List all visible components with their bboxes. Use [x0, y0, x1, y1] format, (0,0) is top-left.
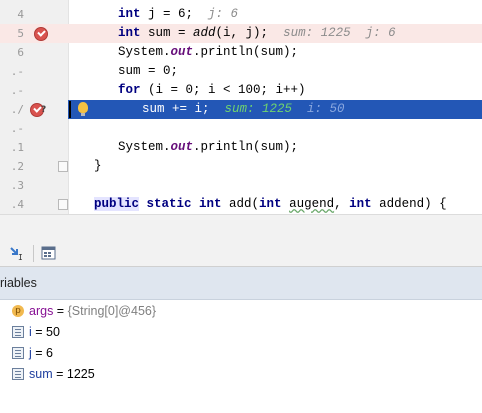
breakpoint-icon[interactable] — [34, 27, 48, 41]
code-text: System.out.println(sum); — [118, 140, 299, 154]
svg-text:I: I — [18, 253, 23, 262]
code-text: System.out.println(sum); — [118, 45, 299, 59]
code-line[interactable]: .- — [0, 119, 482, 138]
text-caret — [69, 101, 71, 118]
inline-debug-hint: j: 6 — [193, 7, 239, 21]
code-line[interactable]: 6 System.out.println(sum); — [0, 43, 482, 62]
fold-marker-icon[interactable] — [58, 199, 68, 210]
variable-row[interactable]: i = 50 — [0, 323, 482, 344]
line-number: 5 — [17, 27, 24, 40]
code-line-breakpoint[interactable]: 5 int sum = add(i, j); sum: 1225 j: 6 — [0, 24, 482, 43]
line-number: .4 — [10, 198, 24, 211]
code-editor[interactable]: 4 int j = 6; j: 6 5 int sum = add(i, j);… — [0, 0, 482, 214]
inline-debug-hint: sum: 1225 j: 6 — [268, 26, 396, 40]
line-number: ./ — [0, 100, 24, 119]
line-number: .3 — [10, 179, 24, 192]
variable-entry: args = {String[0]@456} — [29, 304, 157, 318]
line-number: .- — [10, 65, 24, 78]
code-line[interactable]: 4 int j = 6; j: 6 — [0, 5, 482, 24]
variable-row[interactable]: p args = {String[0]@456} — [0, 302, 482, 323]
line-number: 4 — [17, 8, 24, 21]
variable-row[interactable]: sum = 1225 — [0, 365, 482, 386]
variable-entry: j = 6 — [29, 346, 53, 360]
line-number: .1 — [10, 141, 24, 154]
line-number: .2 — [10, 160, 24, 173]
variable-icon — [12, 368, 24, 380]
variable-entry: i = 50 — [29, 325, 60, 339]
debugger-toolbar: I — [0, 241, 482, 267]
code-text: } — [94, 159, 102, 173]
line-number: 6 — [17, 46, 24, 59]
code-text: public static int add(int augend, int ad… — [94, 197, 447, 211]
variable-row[interactable]: j = 6 — [0, 344, 482, 365]
code-line[interactable]: .- for (i = 0; i < 100; i++) — [0, 81, 482, 100]
variable-icon — [12, 326, 24, 338]
code-line[interactable]: .2 } — [0, 157, 482, 176]
code-line[interactable]: .- sum = 0; — [0, 62, 482, 81]
variables-title: riables — [0, 276, 37, 290]
variable-entry: sum = 1225 — [29, 367, 95, 381]
code-text: sum += i; sum: 1225 i: 50 — [142, 102, 345, 116]
line-number: .- — [10, 84, 24, 97]
parameter-icon: p — [12, 305, 24, 317]
code-line-current[interactable]: ./ ? sum += i; sum: 1225 i: 50 — [0, 100, 482, 119]
conditional-breakpoint-icon: ? — [41, 105, 47, 115]
variables-panel-header[interactable]: riables — [0, 267, 482, 300]
variables-list[interactable]: p args = {String[0]@456} i = 50 j = 6 su… — [0, 300, 482, 413]
code-line[interactable]: .4 public static int add(int augend, int… — [0, 195, 482, 214]
panel-divider[interactable] — [0, 214, 482, 242]
step-over-icon[interactable]: I — [8, 245, 26, 262]
evaluate-icon[interactable] — [40, 245, 58, 262]
code-text: int sum = add(i, j); sum: 1225 j: 6 — [118, 26, 396, 40]
fold-marker-icon[interactable] — [58, 161, 68, 172]
inline-debug-hint: sum: 1225 — [209, 102, 293, 116]
code-text: int j = 6; j: 6 — [118, 7, 239, 21]
line-number: .- — [10, 122, 24, 135]
code-line[interactable]: .3 — [0, 176, 482, 195]
code-text: sum = 0; — [118, 64, 179, 78]
lightbulb-icon[interactable] — [78, 102, 88, 116]
variable-icon — [12, 347, 24, 359]
toolbar-separator — [33, 245, 34, 262]
code-text: for (i = 0; i < 100; i++) — [118, 83, 306, 97]
inline-debug-hint: i: 50 — [292, 102, 345, 116]
code-line[interactable]: .1 System.out.println(sum); — [0, 138, 482, 157]
